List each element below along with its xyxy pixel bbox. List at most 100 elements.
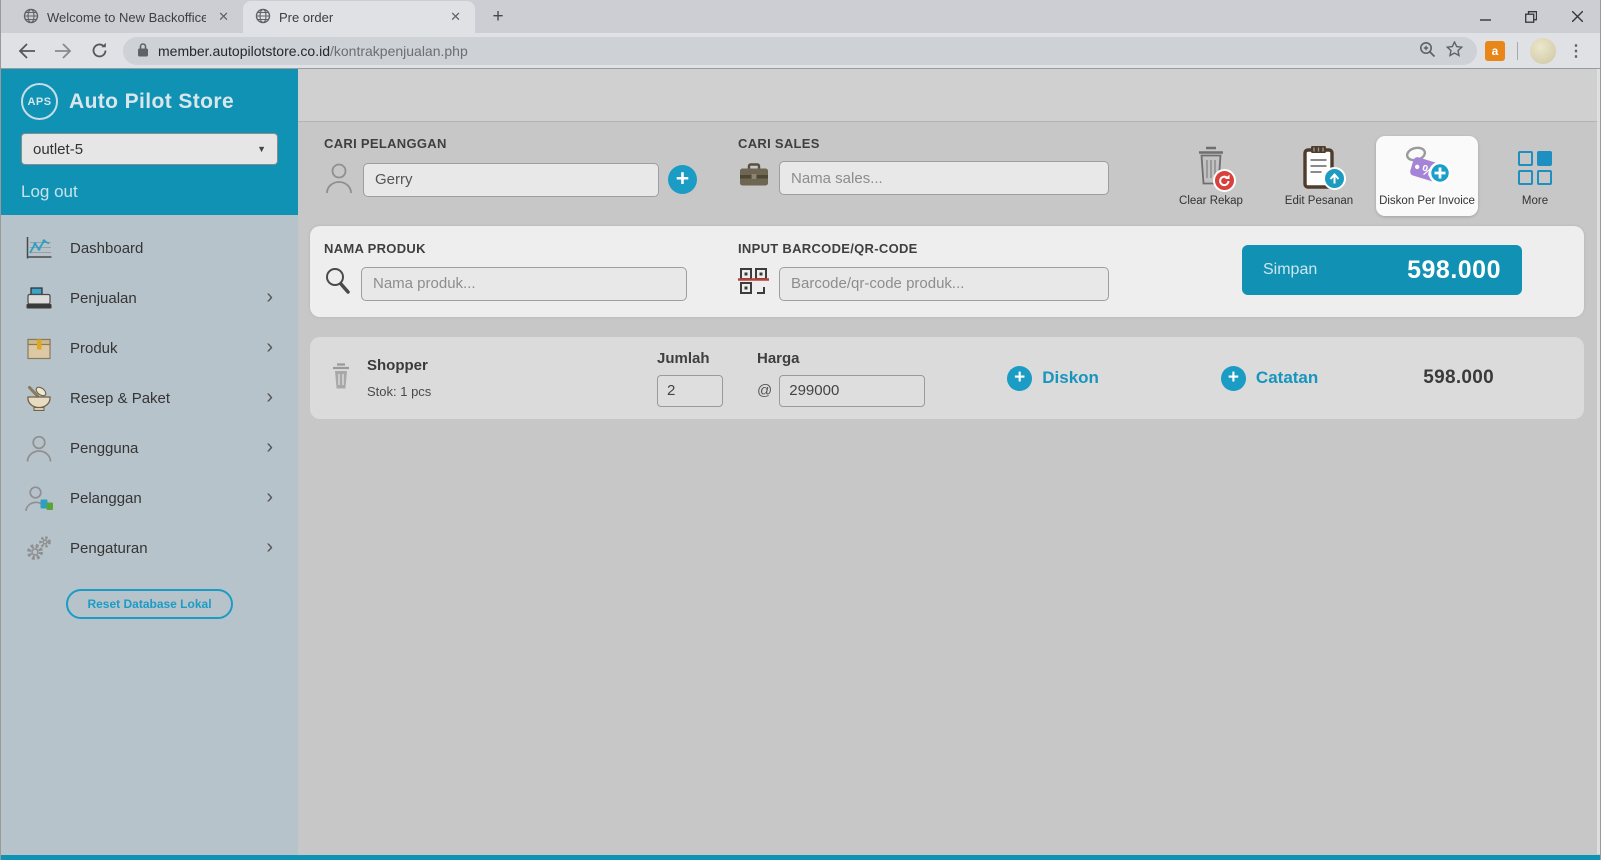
add-customer-button[interactable] — [668, 165, 697, 194]
outlet-select[interactable]: outlet-5 ▼ — [21, 133, 278, 165]
minimize-button[interactable] — [1462, 0, 1508, 33]
sidebar-item-pengaturan[interactable]: Pengaturan › — [1, 523, 298, 573]
simpan-button[interactable]: Simpan 598.000 — [1242, 245, 1522, 295]
sidebar-menu: Dashboard Penjualan › Produk › Resep & P… — [1, 215, 298, 573]
grid-icon — [1518, 144, 1552, 192]
tab-title: Welcome to New Backoffice — [47, 9, 207, 25]
mortar-icon — [23, 385, 55, 411]
sidebar-item-produk[interactable]: Produk › — [1, 323, 298, 373]
profile-avatar[interactable] — [1530, 37, 1556, 64]
cari-sales-input[interactable] — [779, 161, 1109, 195]
discount-tag-plus-icon: % — [1399, 144, 1455, 192]
url-host: member.autopilotstore.co.id — [158, 42, 330, 59]
cash-register-icon — [23, 286, 55, 310]
chevron-right-icon: › — [266, 535, 273, 558]
sidebar-item-dashboard[interactable]: Dashboard — [1, 223, 298, 273]
browser-menu-icon[interactable]: ⋮ — [1568, 41, 1584, 61]
sidebar-header: APS Auto Pilot Store outlet-5 ▼ Log out — [1, 69, 298, 215]
cari-sales-label: CARI SALES — [738, 136, 820, 151]
reset-database-button[interactable]: Reset Database Lokal — [66, 589, 233, 619]
sidebar-item-label: Pelanggan — [70, 489, 142, 507]
product-stock: Stok: 1 pcs — [367, 384, 432, 399]
forward-icon[interactable] — [48, 36, 78, 66]
sidebar-item-label: Penjualan — [70, 289, 137, 307]
sidebar-item-label: Produk — [70, 339, 118, 357]
qty-input[interactable] — [657, 374, 723, 407]
clear-rekap-button[interactable]: Clear Rekap — [1160, 136, 1262, 216]
chevron-right-icon: › — [266, 385, 273, 408]
close-window-button[interactable] — [1554, 0, 1600, 33]
qty-column: Jumlah — [657, 350, 723, 407]
toolbar-divider — [1517, 41, 1518, 60]
cari-pelanggan-input[interactable] — [363, 162, 659, 197]
close-tab-icon[interactable]: ✕ — [214, 9, 233, 25]
cari-pelanggan-group: CARI PELANGGAN — [324, 136, 738, 198]
clipboard-upload-icon — [1300, 144, 1346, 192]
diskon-per-invoice-button[interactable]: % Diskon Per Invoice — [1376, 136, 1478, 216]
barcode-group: INPUT BARCODE/QR-CODE — [738, 239, 1152, 301]
price-input[interactable] — [779, 374, 926, 407]
harga-label: Harga — [757, 349, 800, 367]
more-button[interactable]: More — [1484, 136, 1586, 216]
at-sign: @ — [757, 382, 773, 399]
person-icon — [324, 161, 354, 198]
sidebar: APS Auto Pilot Store outlet-5 ▼ Log out … — [1, 69, 298, 859]
url-text: member.autopilotstore.co.id/kontrakpenju… — [158, 43, 468, 59]
product-name: Shopper — [367, 357, 428, 374]
chevron-right-icon: › — [266, 435, 273, 458]
add-diskon-link[interactable]: Diskon — [1007, 365, 1099, 391]
product-info: Shopper Stok: 1 pcs — [367, 357, 605, 399]
gears-icon — [23, 535, 55, 562]
plus-icon — [1007, 365, 1033, 391]
tab-pre-order[interactable]: Pre order ✕ — [243, 1, 475, 33]
sidebar-item-resep-paket[interactable]: Resep & Paket › — [1, 373, 298, 423]
simpan-label: Simpan — [1263, 261, 1318, 278]
cari-pelanggan-label: CARI PELANGGAN — [324, 136, 447, 151]
tab-welcome-backoffice[interactable]: Welcome to New Backoffice ✕ — [11, 1, 244, 33]
barcode-scan-icon — [738, 266, 770, 301]
simpan-total: 598.000 — [1407, 255, 1501, 284]
close-tab-icon[interactable]: ✕ — [446, 9, 465, 25]
chart-icon — [23, 236, 55, 260]
plus-icon — [1220, 365, 1246, 391]
sidebar-item-label: Pengguna — [70, 439, 139, 457]
action-label: Diskon Per Invoice — [1379, 195, 1475, 207]
action-buttons: Clear Rekap Edit Pesanan % Diskon Per In… — [1160, 136, 1586, 216]
new-tab-button[interactable]: + — [483, 3, 513, 31]
globe-favicon-icon — [255, 8, 271, 27]
add-catatan-link[interactable]: Catatan — [1220, 365, 1319, 391]
sidebar-item-pelanggan[interactable]: Pelanggan › — [1, 473, 298, 523]
price-column: Harga @ — [757, 349, 926, 407]
trash-icon[interactable] — [330, 362, 352, 395]
cart-item-row: Shopper Stok: 1 pcs Jumlah Harga @ Disko… — [310, 337, 1584, 419]
restore-button[interactable] — [1508, 0, 1554, 33]
scrollbar-track[interactable] — [1597, 69, 1600, 854]
nama-produk-input[interactable] — [361, 266, 687, 301]
chevron-down-icon: ▼ — [257, 144, 266, 154]
action-label: More — [1521, 195, 1549, 207]
nama-produk-group: NAMA PRODUK — [324, 239, 738, 301]
barcode-input[interactable] — [779, 266, 1109, 301]
sidebar-item-penjualan[interactable]: Penjualan › — [1, 273, 298, 323]
sidebar-item-label: Resep & Paket — [70, 389, 171, 407]
action-label: Edit Pesanan — [1284, 195, 1354, 207]
logout-link[interactable]: Log out — [21, 182, 78, 202]
edit-pesanan-button[interactable]: Edit Pesanan — [1268, 136, 1370, 216]
bookmark-star-icon[interactable] — [1445, 40, 1464, 60]
outlet-select-value: outlet-5 — [33, 140, 84, 158]
briefcase-icon — [738, 163, 770, 193]
back-icon[interactable] — [12, 36, 42, 66]
extension-icon[interactable]: a — [1485, 40, 1505, 61]
product-search-card: NAMA PRODUK INPUT BARCODE/QR-CODE Simpan… — [310, 226, 1584, 317]
barcode-label: INPUT BARCODE/QR-CODE — [738, 241, 918, 256]
catatan-label: Catatan — [1255, 368, 1319, 387]
sidebar-item-pengguna[interactable]: Pengguna › — [1, 423, 298, 473]
url-bar[interactable]: member.autopilotstore.co.id/kontrakpenju… — [123, 36, 1477, 65]
chevron-right-icon: › — [266, 285, 273, 308]
zoom-icon[interactable] — [1419, 41, 1436, 61]
chevron-right-icon: › — [266, 335, 273, 358]
tab-strip: Welcome to New Backoffice ✕ Pre order ✕ … — [1, 0, 513, 33]
box-icon — [23, 337, 55, 360]
user-icon — [23, 434, 55, 462]
reload-icon[interactable] — [84, 36, 114, 66]
